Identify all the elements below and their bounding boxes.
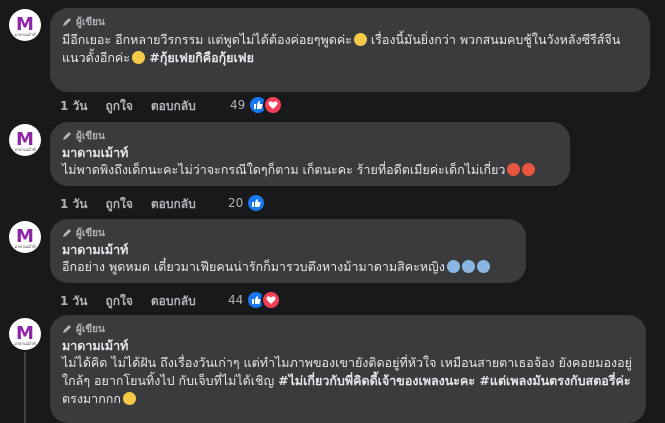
reaction-summary[interactable]: 44 xyxy=(228,290,282,310)
comment-text: มีอีกเยอะ อีกหลายวีรกรรม แต่พูดไม่ได้ต้อ… xyxy=(62,31,638,67)
reply-button[interactable]: ตอบกลับ xyxy=(151,97,196,116)
pencil-icon xyxy=(63,229,71,237)
hashtag-link[interactable]: #กุ้ยเฟยกิคือกุ้ยเฟย xyxy=(145,50,254,65)
comment-bubble: ผู้เขียน มาดามเม้าท์ ไม่พาดพิงถึงเด็กนะค… xyxy=(50,122,570,186)
author-name[interactable]: มาดามเม้าท์ xyxy=(62,145,558,161)
avatar-logo-caption: มาดามเม้าท์ xyxy=(14,32,36,37)
reaction-count: 49 xyxy=(230,98,246,112)
fearful-face-icon xyxy=(446,260,460,273)
avatar[interactable]: M มาดามเม้าท์ xyxy=(9,124,41,156)
comment-actions: 1 วัน ถูกใจ ตอบกลับ xyxy=(60,292,214,311)
like-reaction-icon xyxy=(246,193,267,213)
author-badge: ผู้เขียน xyxy=(62,226,514,240)
love-reaction-icon xyxy=(263,95,284,115)
love-reaction-icon xyxy=(261,290,282,310)
badge-label: ผู้เขียน xyxy=(76,323,105,335)
like-button[interactable]: ถูกใจ xyxy=(105,195,132,214)
comment-text-part: ตรงมากกก xyxy=(62,391,121,406)
avatar-logo-caption: มาดามเม้าท์ xyxy=(14,147,36,152)
badge-label: ผู้เขียน xyxy=(76,16,105,28)
reaction-count: 44 xyxy=(228,293,244,307)
reaction-summary[interactable]: 49 xyxy=(230,95,284,115)
shushing-face-icon xyxy=(353,33,367,46)
author-badge: ผู้เขียน xyxy=(62,322,634,336)
comment-text: ไม่ได้คิด ไม่ได้ฝัน ถึงเรื่องวันเก่าๆ แต… xyxy=(62,354,634,408)
avatar-logo-caption: มาดามเม้าท์ xyxy=(14,244,36,249)
author-name[interactable]: มาดามเม้าท์ xyxy=(62,338,634,354)
comment-timestamp[interactable]: 1 วัน xyxy=(60,195,87,214)
pencil-icon xyxy=(63,132,71,140)
comment-text: อีกอย่าง พูดหมด เดี๋ยวมาเฟียคนน่ารักก็มา… xyxy=(62,258,514,276)
angry-face-icon xyxy=(522,163,536,176)
comment-text-part: อีกอย่าง พูดหมด เดี๋ยวมาเฟียคนน่ารักก็มา… xyxy=(62,259,445,274)
author-badge: ผู้เขียน xyxy=(62,15,638,29)
comment-text: ไม่พาดพิงถึงเด็กนะคะไม่ว่าจะกรณีใดๆก็ตาม… xyxy=(62,161,558,179)
author-name[interactable]: มาดามเม้าท์ xyxy=(62,242,514,258)
comment-timestamp[interactable]: 1 วัน xyxy=(60,97,87,116)
comment-text-part: มีอีกเยอะ อีกหลายวีรกรรม แต่พูดไม่ได้ต้อ… xyxy=(62,32,352,47)
avatar[interactable]: M มาดามเม้าท์ xyxy=(9,221,41,253)
like-button[interactable]: ถูกใจ xyxy=(105,292,132,311)
comment-bubble: ผู้เขียน มาดามเม้าท์ ไม่ได้คิด ไม่ได้ฝัน… xyxy=(50,315,646,423)
reply-button[interactable]: ตอบกลับ xyxy=(151,195,196,214)
hashtag-link[interactable]: #ไม่เกี่ยวกับพี่คิดดี้เจ้าของเพลงนะคะ #แ… xyxy=(278,373,630,388)
comment-text-part: ไม่พาดพิงถึงเด็กนะคะไม่ว่าจะกรณีใดๆก็ตาม… xyxy=(62,162,506,177)
fearful-face-icon xyxy=(461,260,475,273)
comment-bubble: ผู้เขียน มาดามเม้าท์ อีกอย่าง พูดหมด เดี… xyxy=(50,219,526,283)
like-button[interactable]: ถูกใจ xyxy=(105,97,132,116)
badge-label: ผู้เขียน xyxy=(76,130,105,142)
comment-timestamp[interactable]: 1 วัน xyxy=(60,292,87,311)
reaction-summary[interactable]: 20 xyxy=(228,193,267,213)
pencil-icon xyxy=(63,18,71,26)
comment-actions: 1 วัน ถูกใจ ตอบกลับ xyxy=(60,195,214,214)
avatar-logo-caption: มาดามเม้าท์ xyxy=(14,341,36,346)
avatar[interactable]: M มาดามเม้าท์ xyxy=(9,318,41,350)
author-badge: ผู้เขียน xyxy=(62,129,558,143)
fearful-face-icon xyxy=(476,260,490,273)
reaction-count: 20 xyxy=(228,196,244,210)
reply-button[interactable]: ตอบกลับ xyxy=(151,292,196,311)
comment-bubble: ผู้เขียน มีอีกเยอะ อีกหลายวีรกรรม แต่พูด… xyxy=(50,8,650,92)
thread-line xyxy=(24,352,26,423)
angry-face-icon xyxy=(507,163,521,176)
smirking-face-icon xyxy=(122,392,136,405)
badge-label: ผู้เขียน xyxy=(76,227,105,239)
grinning-face-icon xyxy=(132,51,145,64)
pencil-icon xyxy=(63,325,71,333)
comment-actions: 1 วัน ถูกใจ ตอบกลับ xyxy=(60,97,214,116)
avatar[interactable]: M มาดามเม้าท์ xyxy=(9,9,41,41)
